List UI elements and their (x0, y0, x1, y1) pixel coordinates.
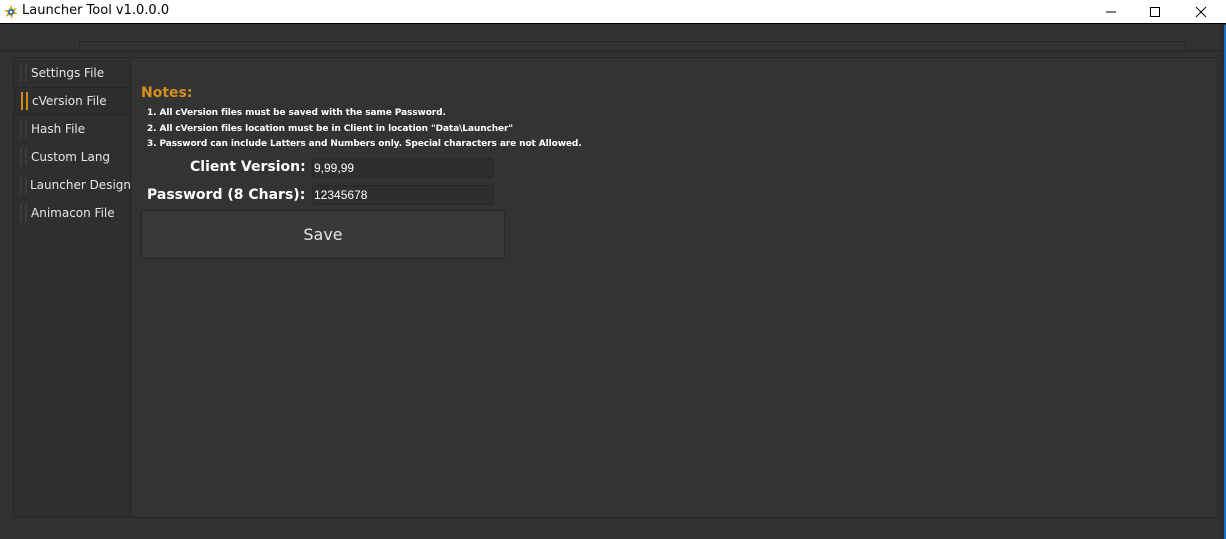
notes-title: Notes: (141, 85, 193, 101)
top-strip (79, 41, 1186, 50)
item-indicator-icon (18, 64, 30, 82)
maximize-button[interactable] (1132, 0, 1178, 24)
password-label: Password (8 Chars): (147, 187, 306, 203)
note-line: 1. All cVersion files must be saved with… (147, 108, 446, 118)
item-indicator-icon (18, 120, 30, 138)
sidebar-item-launcher-design[interactable]: Launcher Design (15, 171, 131, 199)
save-button[interactable]: Save (141, 210, 505, 259)
sidebar: Settings File cVersion File Hash File Cu… (13, 57, 131, 518)
sidebar-item-label: Hash File (31, 122, 86, 136)
separator (0, 50, 1220, 52)
title-bar: Launcher Tool v1.0.0.0 (0, 0, 1226, 24)
sidebar-item-custom-lang[interactable]: Custom Lang (15, 143, 131, 171)
close-button[interactable] (1178, 0, 1224, 24)
item-indicator-icon (18, 148, 30, 166)
password-input[interactable] (312, 185, 494, 205)
sidebar-item-label: cVersion File (32, 94, 107, 108)
sidebar-item-hash-file[interactable]: Hash File (15, 115, 131, 143)
client-version-input[interactable] (312, 158, 494, 178)
app-icon (4, 4, 18, 19)
close-icon (1195, 3, 1207, 22)
minimize-icon (1105, 3, 1117, 22)
note-line: 3. Password can include Latters and Numb… (147, 139, 582, 149)
sidebar-item-label: Custom Lang (31, 150, 111, 164)
sidebar-item-label: Launcher Design (29, 178, 131, 192)
window-right-edge (1220, 25, 1226, 539)
item-indicator-icon (19, 92, 31, 110)
client-version-label: Client Version: (190, 159, 306, 175)
sidebar-item-animacon-file[interactable]: Animacon File (15, 199, 131, 227)
sidebar-item-label: Settings File (31, 66, 105, 80)
window-title: Launcher Tool v1.0.0.0 (22, 3, 170, 18)
maximize-icon (1149, 3, 1161, 22)
minimize-button[interactable] (1088, 0, 1134, 24)
item-indicator-icon (18, 176, 29, 194)
sidebar-item-label: Animacon File (31, 206, 115, 220)
sidebar-item-cversion-file[interactable]: cVersion File (15, 87, 131, 115)
item-indicator-icon (18, 204, 30, 222)
sidebar-item-settings-file[interactable]: Settings File (15, 59, 131, 87)
note-line: 2. All cVersion files location must be i… (147, 124, 513, 134)
